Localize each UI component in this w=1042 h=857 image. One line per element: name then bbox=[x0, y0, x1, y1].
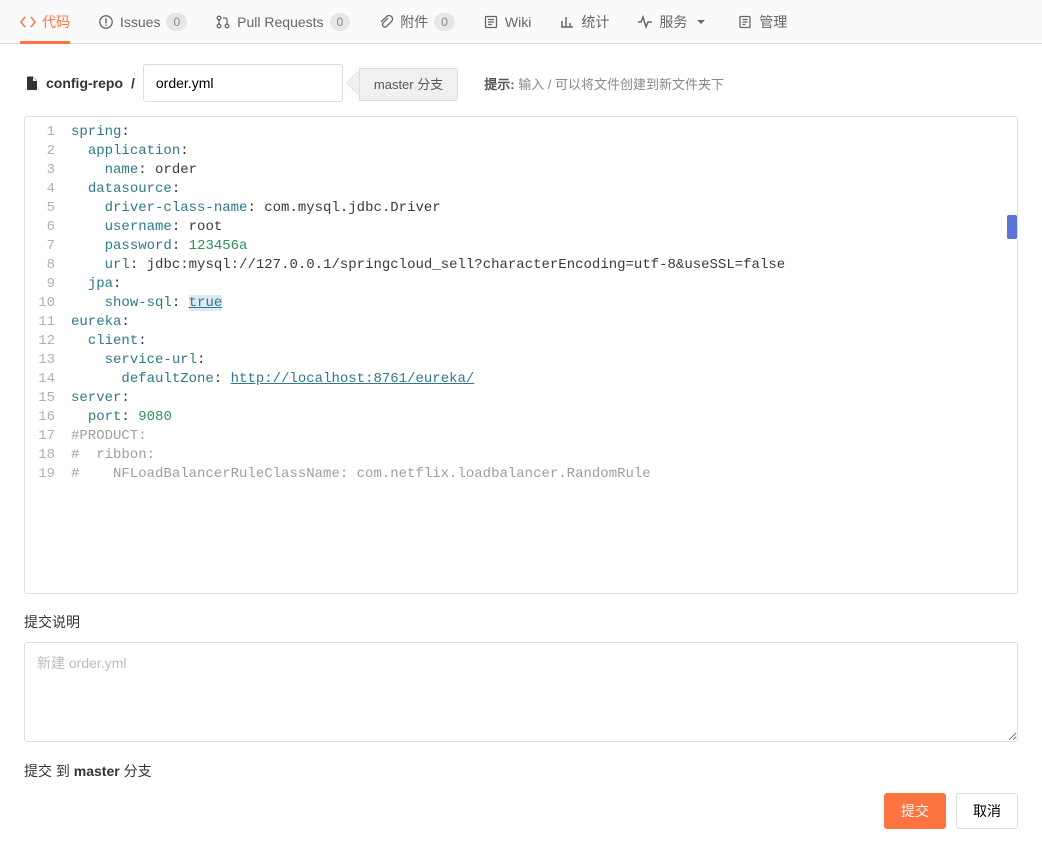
tab-issues-label: Issues bbox=[120, 14, 160, 30]
tab-code-label: 代码 bbox=[42, 12, 70, 32]
admin-icon bbox=[737, 14, 753, 30]
code-icon bbox=[20, 14, 36, 30]
path-separator: / bbox=[131, 75, 135, 91]
file-icon bbox=[24, 75, 40, 91]
tab-stats-label: 统计 bbox=[581, 12, 609, 32]
activity-icon bbox=[637, 14, 653, 30]
code-area[interactable]: spring: application: name: order datasou… bbox=[63, 117, 1017, 593]
path-hint: 提示: 输入 / 可以将文件创建到新文件夹下 bbox=[484, 74, 724, 93]
submit-button[interactable]: 提交 bbox=[884, 793, 946, 829]
commit-message-heading: 提交说明 bbox=[24, 612, 1018, 632]
branch-tag: master 分支 bbox=[359, 74, 458, 93]
tab-services-label: 服务 bbox=[659, 12, 687, 32]
tab-services[interactable]: 服务 bbox=[637, 0, 709, 43]
actions-row: 提交 取消 bbox=[24, 793, 1018, 837]
pull-request-icon bbox=[215, 14, 231, 30]
cancel-button[interactable]: 取消 bbox=[956, 793, 1018, 829]
book-icon bbox=[483, 14, 499, 30]
tab-admin[interactable]: 管理 bbox=[737, 0, 787, 43]
attach-count-badge: 0 bbox=[434, 13, 455, 31]
pulls-count-badge: 0 bbox=[330, 13, 351, 31]
tab-code[interactable]: 代码 bbox=[20, 0, 70, 43]
line-number-gutter: 12345678910111213141516171819 bbox=[25, 117, 63, 593]
repo-tabs: 代码 Issues 0 Pull Requests 0 附件 0 Wiki 统计… bbox=[0, 0, 1042, 44]
tab-admin-label: 管理 bbox=[759, 12, 787, 32]
tab-attach-label: 附件 bbox=[400, 12, 428, 32]
branch-tag-label: master 分支 bbox=[359, 68, 458, 101]
tab-issues[interactable]: Issues 0 bbox=[98, 0, 187, 43]
tab-pulls-label: Pull Requests bbox=[237, 14, 323, 30]
code-editor[interactable]: 12345678910111213141516171819 spring: ap… bbox=[24, 116, 1018, 594]
tab-attachments[interactable]: 附件 0 bbox=[378, 0, 455, 43]
repo-name-text: config-repo bbox=[46, 75, 123, 91]
scrollbar-thumb[interactable] bbox=[1007, 215, 1017, 239]
repo-name[interactable]: config-repo bbox=[24, 75, 123, 91]
tab-wiki-label: Wiki bbox=[505, 14, 531, 30]
file-path-row: config-repo / master 分支 提示: 输入 / 可以将文件创建… bbox=[24, 64, 1018, 102]
commit-branch-line: 提交 到 master 分支 bbox=[24, 761, 1018, 781]
filename-input[interactable] bbox=[143, 64, 343, 102]
tab-wiki[interactable]: Wiki bbox=[483, 0, 531, 43]
caret-down-icon bbox=[693, 14, 709, 30]
paperclip-icon bbox=[378, 14, 394, 30]
tab-stats[interactable]: 统计 bbox=[559, 0, 609, 43]
issues-count-badge: 0 bbox=[166, 13, 187, 31]
issues-icon bbox=[98, 14, 114, 30]
commit-message-input[interactable] bbox=[24, 642, 1018, 742]
chart-icon bbox=[559, 14, 575, 30]
tab-pulls[interactable]: Pull Requests 0 bbox=[215, 0, 350, 43]
